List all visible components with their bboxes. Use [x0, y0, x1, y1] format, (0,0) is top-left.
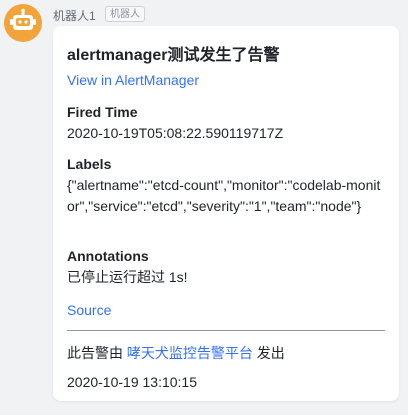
labels-value: {"alertname":"etcd-count","monitor":"cod… [67, 177, 381, 214]
annotations-label: Annotations [67, 248, 149, 264]
bot-badge: 机器人 [105, 6, 145, 22]
avatar[interactable] [4, 4, 42, 42]
divider [67, 330, 385, 331]
alert-card: alertmanager测试发生了告警 View in AlertManager… [53, 26, 399, 401]
labels-label: Labels [67, 156, 112, 172]
footer-suffix: 发出 [256, 345, 285, 361]
sender-name: 机器人1 [53, 9, 96, 23]
source-link[interactable]: Source [67, 300, 111, 321]
footer-prefix: 此告警由 [67, 345, 123, 361]
footer-line: 此告警由 哮天犬监控告警平台 发出 [67, 343, 285, 363]
fired-time-label: Fired Time [67, 104, 138, 120]
card-title: alertmanager测试发生了告警 [67, 47, 280, 64]
platform-link[interactable]: 哮天犬监控告警平台 [127, 345, 253, 361]
view-in-alertmanager-link[interactable]: View in AlertManager [67, 72, 199, 88]
annotations-value: 已停止运行超过 1s! [67, 269, 188, 285]
fired-time-value: 2020-10-19T05:08:22.590119717Z [67, 125, 284, 141]
timestamp: 2020-10-19 13:10:15 [67, 374, 197, 390]
robot-icon [10, 8, 36, 30]
